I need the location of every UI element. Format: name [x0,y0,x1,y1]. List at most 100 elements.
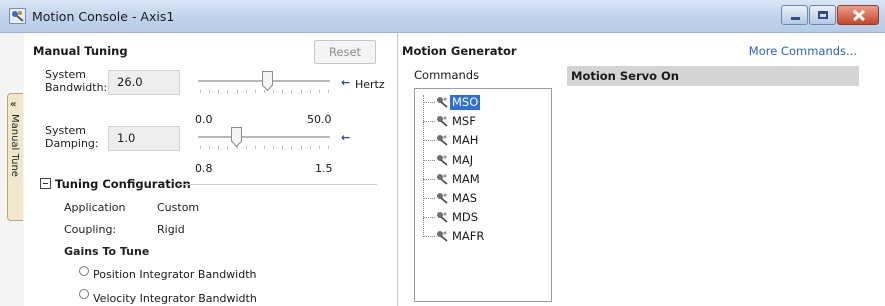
manual-tuning-panel: Manual Tuning Reset System Bandwidth: 26… [24,33,397,306]
bandwidth-label-line2: Bandwidth: [45,81,108,94]
tree-connector-line [423,95,424,238]
double-chevron-left-icon: « [10,99,17,110]
slider-tick [309,146,311,149]
tree-connector [423,198,435,199]
slider-track [198,136,330,138]
slider-tick [227,90,229,93]
application-label: Application [64,201,126,214]
command-label: MAS [452,191,478,205]
commands-label: Commands [414,68,480,82]
window-title: Motion Console - Axis1 [32,9,175,24]
command-label: MAH [452,133,479,148]
damping-max-label: 1.5 [315,162,333,175]
slider-tick [328,90,329,93]
close-icon [852,9,866,22]
slider-tick [318,146,320,149]
slider-tick [318,90,320,93]
tree-connector [423,217,435,219]
gains-to-tune-title: Gains To Tune [64,245,150,258]
slider-tick [245,146,247,149]
position-integrator-radio[interactable] [79,266,89,276]
motion-generator-panel: Motion Generator More Commands... Comman… [399,33,885,306]
slider-tick [254,90,256,93]
section-divider [177,184,377,185]
motion-command-icon [437,135,448,147]
slider-tick [227,146,229,149]
command-label: MDS [452,210,479,225]
manual-tune-tab[interactable]: « Manual Tune [7,93,23,221]
motion-command-icon [437,116,448,127]
tuning-configuration-title: Tuning Configuration [55,177,191,191]
slider-tick [264,146,265,149]
system-damping-input[interactable]: 1.0 [108,126,180,151]
slider-tick [200,146,201,149]
coupling-label: Coupling: [64,223,117,236]
slider-tick [328,146,329,149]
slider-ticks [198,146,330,149]
side-tab-strip: « Manual Tune [0,33,24,306]
position-integrator-label: Position Integrator Bandwidth [93,268,257,281]
system-damping-slider[interactable] [198,124,330,152]
minimize-icon [791,17,800,20]
slider-tick [300,146,302,149]
motion-command-icon [437,97,448,108]
damping-min-label: 0.8 [195,162,213,175]
command-label: MSF [452,114,476,129]
tree-connector [423,178,435,180]
system-damping-label: System Damping: [45,124,99,150]
system-bandwidth-label: System Bandwidth: [45,68,107,94]
motion-command-icon [437,154,448,166]
damping-label-line2: Damping: [45,137,99,150]
application-value: Custom [157,201,200,214]
slider-tick [282,146,284,149]
motion-generator-title: Motion Generator [402,44,517,58]
more-commands-link[interactable]: More Commands... [749,44,857,58]
manual-tuning-title: Manual Tuning [33,44,128,58]
slider-tick [245,90,247,93]
reset-button[interactable]: Reset [314,40,376,64]
bandwidth-unit: Hertz [355,78,385,91]
slider-tick [254,146,256,149]
slider-tick [218,146,220,149]
commands-tree[interactable]: MSO MSF MAH MAJ MAM MAS MDS MAFR [414,88,552,302]
slider-tick [218,90,220,93]
tree-connector [423,121,435,123]
arrow-left-icon: ← [341,131,351,144]
arrow-left-icon: ← [341,76,351,89]
tree-connector [423,236,435,238]
system-bandwidth-slider[interactable] [198,68,330,96]
slider-tick [209,146,211,149]
motion-command-icon [437,193,448,204]
velocity-integrator-radio[interactable] [79,289,89,299]
motion-console-icon [9,8,26,24]
close-button[interactable] [837,5,879,25]
tree-connector [423,140,435,142]
slider-thumb[interactable] [231,127,243,147]
slider-tick [309,90,311,93]
slider-tick [273,146,275,149]
motion-command-icon [437,231,448,243]
command-label: MAFR [452,229,485,244]
minimize-button[interactable] [781,5,808,25]
system-bandwidth-input[interactable]: 26.0 [108,70,180,95]
damping-label-line1: System [45,124,87,137]
slider-tick [236,90,238,93]
slider-tick [282,90,284,93]
maximize-button[interactable] [809,5,836,25]
collapse-toggle-icon[interactable] [40,178,51,189]
title-bar: Motion Console - Axis1 [0,0,885,33]
bandwidth-label-line1: System [45,68,87,81]
manual-tune-tab-label: Manual Tune [9,114,20,177]
slider-thumb[interactable] [261,71,273,91]
command-label: MAM [452,171,480,186]
command-label: MSO [450,95,481,110]
tree-connector [423,159,435,161]
velocity-integrator-label: Velocity Integrator Bandwidth [93,292,257,305]
motion-command-icon [437,212,448,223]
maximize-icon [818,11,828,19]
slider-tick [291,146,293,149]
slider-tick [300,90,302,93]
slider-tick [209,90,211,93]
command-label: MAJ [452,152,474,167]
slider-tick [291,90,293,93]
